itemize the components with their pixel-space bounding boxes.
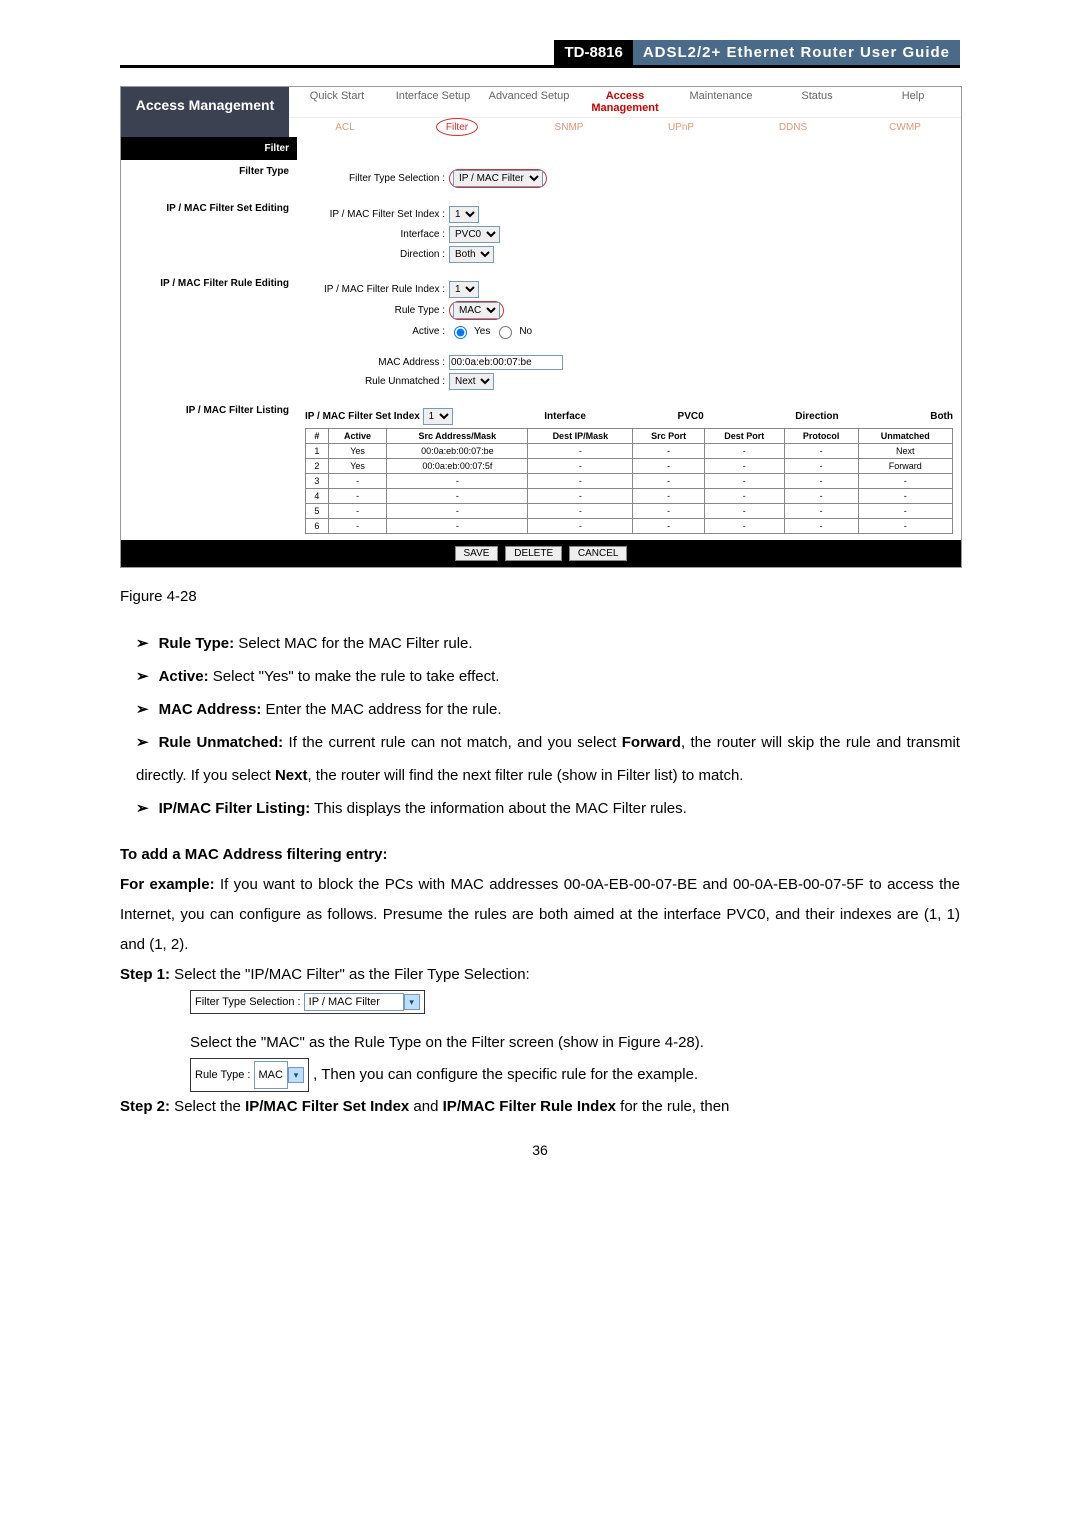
tab-quick-start[interactable]: Quick Start: [289, 87, 385, 117]
dropdown-icon[interactable]: ▾: [404, 994, 420, 1010]
listing-index-select[interactable]: 1: [423, 408, 453, 425]
tab-maintenance[interactable]: Maintenance: [673, 87, 769, 117]
active-label: Active :: [305, 326, 445, 337]
unmatched-label: Rule Unmatched :: [305, 376, 445, 387]
direction-select[interactable]: Both: [449, 246, 494, 263]
model-badge: TD-8816: [554, 40, 632, 65]
step1-b: Select the "MAC" as the Rule Type on the…: [190, 1028, 960, 1058]
delete-button[interactable]: DELETE: [505, 546, 562, 561]
bullet-rule-type: Rule Type:: [159, 635, 235, 652]
active-yes-radio[interactable]: [454, 326, 467, 339]
subtab-ddns[interactable]: DDNS: [737, 118, 849, 137]
inline-rule-type-box: Rule Type : MAC▾: [190, 1058, 309, 1092]
subtab-acl[interactable]: ACL: [289, 118, 401, 137]
mac-input[interactable]: [449, 355, 563, 370]
inline-rule-type-value[interactable]: MAC: [254, 1061, 288, 1089]
set-index-select[interactable]: 1: [449, 206, 479, 223]
save-button[interactable]: SAVE: [455, 546, 499, 561]
table-row: 5-------: [306, 504, 953, 519]
col-header: Active: [328, 429, 387, 444]
proc-heading: To add a MAC Address filtering entry:: [120, 840, 960, 870]
listing-index-label: IP / MAC Filter Set Index: [305, 411, 420, 422]
subtab-snmp[interactable]: SNMP: [513, 118, 625, 137]
bullet-unmatched: Rule Unmatched:: [159, 734, 284, 751]
direction-label: Direction :: [305, 249, 445, 260]
example-label: For example:: [120, 876, 215, 893]
rule-index-label: IP / MAC Filter Rule Index :: [305, 284, 445, 295]
section-filter: Filter: [121, 137, 297, 160]
section-rule-editing: IP / MAC Filter Rule Editing: [121, 272, 297, 399]
table-row: 2Yes00:0a:eb:00:07:5f----Forward: [306, 459, 953, 474]
filter-listing-table: #ActiveSrc Address/MaskDest IP/MaskSrc P…: [305, 428, 953, 534]
page-number: 36: [120, 1142, 960, 1158]
table-row: 6-------: [306, 519, 953, 534]
no-text: No: [519, 326, 532, 337]
filter-type-select[interactable]: IP / MAC Filter: [453, 170, 543, 187]
listing-dir-label: Direction: [795, 411, 838, 422]
rule-type-select[interactable]: MAC: [453, 302, 500, 319]
inline-filter-type-value[interactable]: IP / MAC Filter: [304, 993, 404, 1011]
col-header: Src Address/Mask: [387, 429, 528, 444]
tab-interface-setup[interactable]: Interface Setup: [385, 87, 481, 117]
table-row: 1Yes00:0a:eb:00:07:be----Next: [306, 444, 953, 459]
rule-type-label: Rule Type :: [305, 305, 445, 316]
doc-title: ADSL2/2+ Ethernet Router User Guide: [633, 40, 960, 65]
col-header: Protocol: [784, 429, 858, 444]
rule-index-select[interactable]: 1: [449, 281, 479, 298]
bullet-listing: IP/MAC Filter Listing:: [159, 800, 311, 817]
inline-filter-type-box: Filter Type Selection : IP / MAC Filter▾: [190, 990, 425, 1014]
step1-label: Step 1:: [120, 966, 170, 983]
step2-label: Step 2:: [120, 1098, 170, 1115]
cancel-button[interactable]: CANCEL: [569, 546, 628, 561]
tab-status[interactable]: Status: [769, 87, 865, 117]
table-row: 3-------: [306, 474, 953, 489]
subtab-cwmp[interactable]: CWMP: [849, 118, 961, 137]
listing-if: PVC0: [678, 411, 704, 422]
mac-label: MAC Address :: [305, 357, 445, 368]
section-listing: IP / MAC Filter Listing: [121, 399, 297, 540]
col-header: Dest Port: [704, 429, 784, 444]
yes-text: Yes: [474, 326, 490, 337]
section-set-editing: IP / MAC Filter Set Editing: [121, 197, 297, 272]
interface-label: Interface :: [305, 229, 445, 240]
figure-caption: Figure 4-28: [120, 582, 960, 612]
col-header: Unmatched: [858, 429, 952, 444]
filter-type-label: Filter Type Selection :: [305, 173, 445, 184]
left-header: Access Management: [121, 87, 289, 137]
active-no-radio[interactable]: [499, 326, 512, 339]
tab-help[interactable]: Help: [865, 87, 961, 117]
unmatched-select[interactable]: Next: [449, 373, 494, 390]
table-row: 4-------: [306, 489, 953, 504]
listing-dir: Both: [930, 411, 953, 422]
bullet-mac: MAC Address:: [159, 701, 262, 718]
router-admin-ui: Access Management Quick Start Interface …: [120, 86, 962, 568]
col-header: Dest IP/Mask: [528, 429, 633, 444]
tab-access-management[interactable]: Access Management: [577, 87, 673, 117]
tab-advanced-setup[interactable]: Advanced Setup: [481, 87, 577, 117]
col-header: Src Port: [633, 429, 705, 444]
bullet-active: Active:: [159, 668, 209, 685]
subtab-filter[interactable]: Filter: [401, 118, 513, 137]
col-header: #: [306, 429, 329, 444]
listing-if-label: Interface: [544, 411, 586, 422]
dropdown-icon[interactable]: ▾: [288, 1067, 304, 1083]
section-filter-type: Filter Type: [121, 160, 297, 197]
subtab-upnp[interactable]: UPnP: [625, 118, 737, 137]
interface-select[interactable]: PVC0: [449, 226, 500, 243]
set-index-label: IP / MAC Filter Set Index :: [305, 209, 445, 220]
